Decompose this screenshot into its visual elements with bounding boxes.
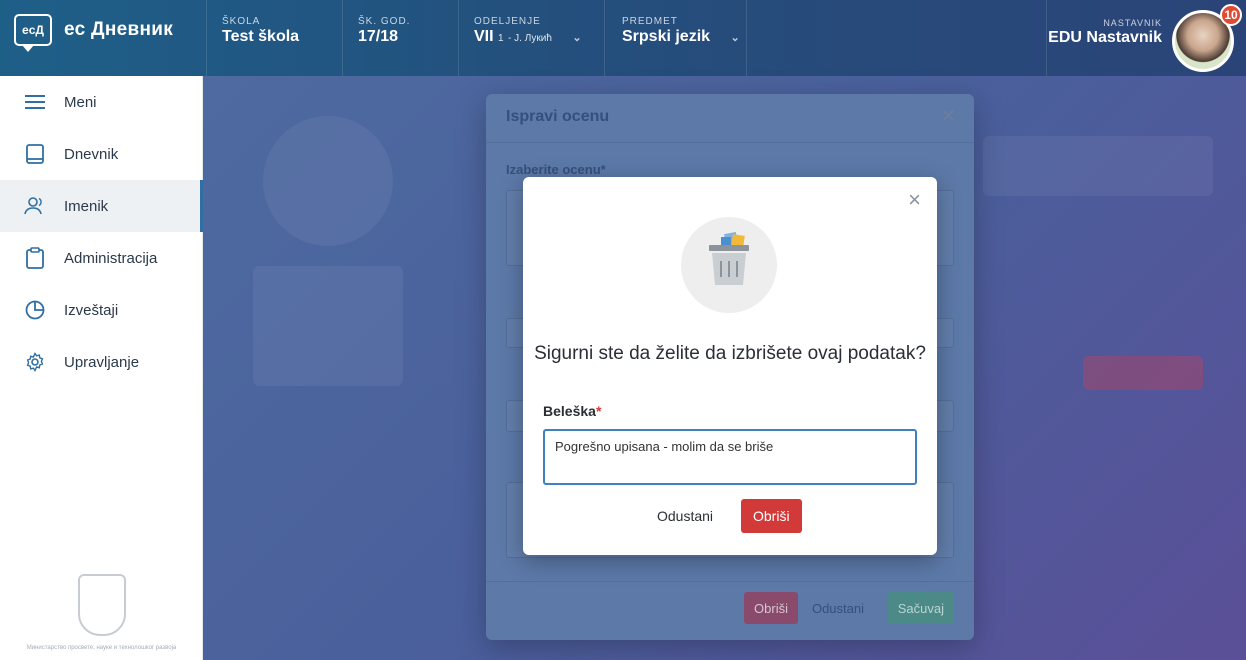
- logo-mark: ecД: [14, 14, 52, 52]
- school-label: ŠKOLA: [222, 16, 261, 27]
- user-name: EDU Nastavnik: [1048, 29, 1162, 46]
- trash-icon: [681, 217, 777, 313]
- sidebar-item-label: Administracija: [64, 249, 158, 267]
- app-logo[interactable]: ecД ес Дневник: [14, 14, 174, 52]
- user-menu[interactable]: NASTAVNIK EDU Nastavnik: [1048, 18, 1162, 47]
- sidebar-item-upravljanje[interactable]: Upravljanje: [0, 336, 202, 388]
- sidebar-item-label: Imenik: [64, 197, 109, 215]
- save-button[interactable]: Sačuvaj: [887, 592, 954, 624]
- close-icon[interactable]: ×: [908, 187, 921, 213]
- grade-label: Izaberite ocenu*: [506, 162, 606, 177]
- subject-selector[interactable]: PREDMET Srpski jezik ⌄: [622, 16, 740, 46]
- subject-value: Srpski jezik ⌄: [622, 28, 740, 46]
- sidebar-item-dnevnik[interactable]: Dnevnik: [0, 128, 202, 180]
- sidebar-item-administracija[interactable]: Administracija: [0, 232, 202, 284]
- class-teacher: - J. Лукић: [508, 33, 552, 44]
- cancel-button[interactable]: Odustani: [643, 499, 728, 533]
- chevron-down-icon: ⌄: [730, 32, 740, 44]
- gear-icon: [24, 351, 46, 373]
- close-icon[interactable]: ✕: [941, 106, 956, 127]
- app-name: ес Дневник: [64, 19, 174, 40]
- book-icon: [24, 143, 46, 165]
- note-textarea[interactable]: Pogrešno upisana - molim da se briše: [543, 429, 917, 485]
- grades-header-placeholder: [983, 136, 1213, 196]
- subject-name: Srpski jezik: [622, 28, 711, 45]
- divider: [486, 142, 974, 143]
- divider: [1046, 0, 1047, 76]
- chevron-down-icon: ⌄: [572, 32, 582, 44]
- sidebar-item-label: Meni: [64, 93, 97, 111]
- ministry-crest: Министарство просвете, науке и технолошк…: [0, 574, 203, 652]
- top-bar: ecД ес Дневник ŠKOLA Test škola ŠK. GOD.…: [0, 0, 1246, 76]
- school-value: Test škola: [222, 28, 300, 45]
- required-marker: *: [595, 403, 602, 419]
- year-label: ŠK. GOD.: [358, 16, 411, 27]
- class-value: VII 1 - J. Лукић ⌄: [474, 28, 582, 46]
- divider: [486, 581, 974, 582]
- users-icon: [24, 195, 46, 217]
- student-photo-placeholder: [263, 116, 393, 246]
- divider: [604, 0, 605, 76]
- sidebar-item-meni[interactable]: Meni: [0, 76, 202, 128]
- year-value: 17/18: [358, 28, 399, 45]
- sidebar-item-imenik[interactable]: Imenik: [0, 180, 203, 232]
- student-info-placeholder: [253, 266, 403, 386]
- divider: [458, 0, 459, 76]
- hamburger-icon: [24, 91, 46, 113]
- year-selector[interactable]: ŠK. GOD. 17/18: [358, 16, 410, 46]
- action-button-placeholder: [1083, 356, 1203, 390]
- coat-of-arms-icon: [77, 574, 126, 636]
- school-selector[interactable]: ŠKOLA Test škola: [222, 16, 299, 46]
- modal-title: Ispravi ocenu: [506, 108, 610, 125]
- cancel-button[interactable]: Odustani: [802, 592, 874, 624]
- class-selector[interactable]: ODELJENJE VII 1 - J. Лукић ⌄: [474, 16, 582, 46]
- divider: [746, 0, 747, 76]
- note-label: Beleška*: [543, 403, 601, 419]
- confirm-question: Sigurni ste da želite da izbrišete ovaj …: [534, 343, 926, 364]
- ministry-caption: Министарство просвете, науке и технолошк…: [26, 645, 177, 651]
- class-grade: VII: [474, 28, 494, 45]
- pie-chart-icon: [24, 299, 46, 321]
- divider: [342, 0, 343, 76]
- sidebar-item-izvestaji[interactable]: Izveštaji: [0, 284, 202, 336]
- user-role: NASTAVNIK: [1103, 18, 1162, 28]
- sidebar-item-label: Izveštaji: [64, 301, 119, 319]
- notification-badge[interactable]: 10: [1220, 4, 1242, 26]
- divider: [206, 0, 207, 76]
- delete-confirm-dialog: × Sigurni ste da želite da izbrišete ova…: [523, 177, 937, 555]
- sidebar: Meni Dnevnik Imenik Administracija Izveš…: [0, 76, 203, 660]
- note-label-text: Beleška: [543, 403, 596, 419]
- subject-label: PREDMET: [622, 16, 678, 27]
- delete-button[interactable]: Obriši: [744, 592, 798, 624]
- delete-button[interactable]: Obriši: [741, 499, 802, 533]
- class-section: 1: [498, 33, 504, 44]
- class-label: ODELJENJE: [474, 16, 541, 27]
- sidebar-item-label: Upravljanje: [64, 353, 140, 371]
- sidebar-item-label: Dnevnik: [64, 145, 119, 163]
- clipboard-icon: [24, 247, 46, 269]
